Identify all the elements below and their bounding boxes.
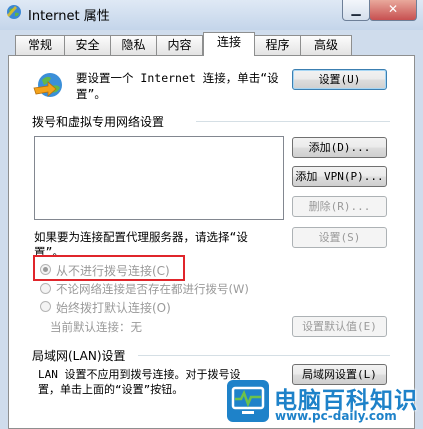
tab-content[interactable]: 内容 xyxy=(156,35,203,55)
setup-button[interactable]: 设置(U) xyxy=(292,69,387,90)
dialup-section-title: 拨号和虚拟专用网络设置 xyxy=(32,115,165,129)
radio-always-dial-default-label: 始终拨打默认连接(O) xyxy=(56,301,171,315)
add-vpn-button[interactable]: 添加 VPN(P)... xyxy=(292,166,387,187)
tab-connections[interactable]: 连接 xyxy=(203,32,255,56)
watermark-url: www.pc-daily.com xyxy=(275,409,397,423)
tab-security[interactable]: 安全 xyxy=(64,35,111,55)
minimize-button[interactable]: ▁ xyxy=(342,0,370,21)
window-title: Internet 属性 xyxy=(28,9,110,24)
tab-advanced[interactable]: 高级 xyxy=(300,35,352,55)
setup-description-line1: 要设置一个 Internet 连接，单击“设 xyxy=(76,71,279,85)
globe-connection-icon xyxy=(32,68,66,102)
proxy-description-line1: 如果要为连接配置代理服务器，请选择“设 xyxy=(34,230,248,244)
annotation-highlight-box xyxy=(33,255,185,281)
lan-description-line2: 置，单击上面的“设置”按钮。 xyxy=(38,383,184,396)
tab-general[interactable]: 常规 xyxy=(15,35,65,55)
internet-options-icon xyxy=(6,4,22,20)
lan-separator xyxy=(138,355,390,356)
radio-always-dial-default[interactable] xyxy=(40,301,51,312)
set-default-button[interactable]: 设置默认值(E) xyxy=(292,316,387,337)
radio-dial-whenever-label: 不论网络连接是否存在都进行拨号(W) xyxy=(56,282,249,296)
add-connection-button[interactable]: 添加(D)... xyxy=(292,137,387,158)
current-default-connection: 当前默认连接：无 xyxy=(50,320,142,334)
connections-listbox[interactable] xyxy=(34,136,284,220)
lan-section-title: 局域网(LAN)设置 xyxy=(32,349,126,363)
radio-dial-whenever[interactable] xyxy=(40,283,51,294)
tab-programs[interactable]: 程序 xyxy=(254,35,301,55)
tab-privacy[interactable]: 隐私 xyxy=(110,35,157,55)
dialup-separator xyxy=(196,121,390,122)
pc-daily-logo-icon xyxy=(226,379,270,423)
lan-description-line1: LAN 设置不应用到拨号连接。对于拨号设 xyxy=(38,368,241,381)
delete-connection-button[interactable]: 删除(R)... xyxy=(292,196,387,217)
proxy-settings-button[interactable]: 设置(S) xyxy=(292,227,387,248)
close-button[interactable]: ✕ xyxy=(369,0,417,21)
setup-description-line2: 置”。 xyxy=(76,87,106,101)
